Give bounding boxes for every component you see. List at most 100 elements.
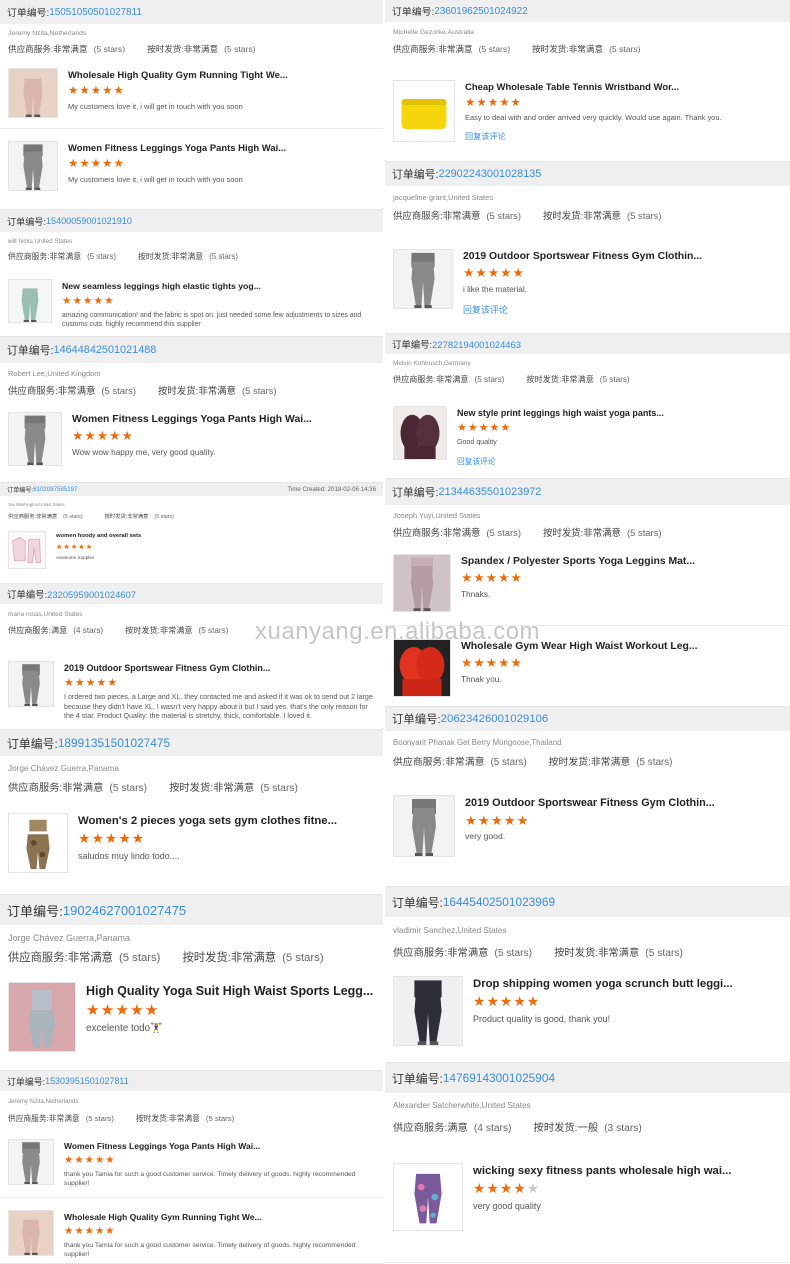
review-block: 订单编号: 15400059001021910 will hicks,United … (0, 210, 383, 337)
review-comment: Easy to deal with and order arrived very… (465, 113, 722, 123)
pink-suit-icon[interactable] (8, 982, 76, 1052)
order-number-link[interactable]: 18991351501027475 (58, 736, 170, 750)
left-review-column: 订单编号: 15051050501027811 Jeremy Nzita,Nethe… (0, 0, 383, 1264)
print-leggings-icon[interactable] (393, 1163, 463, 1231)
product-title-link[interactable]: New seamless leggings high elastic tight… (62, 281, 375, 291)
product-title-link[interactable]: women hoody and overall sets (56, 533, 375, 539)
delivery-rating: 按时发货:非常满意 (5 stars) (147, 43, 255, 55)
supplier-service-value: 非常满意 (62, 782, 104, 794)
hoodie-set-icon[interactable] (8, 531, 46, 569)
star-filled-icon: ★ (115, 1002, 131, 1019)
order-header: 订单编号: 15400059001021910 (0, 210, 383, 232)
review-comment: i like the material. (463, 284, 527, 294)
red-leggings-icon[interactable] (393, 639, 451, 697)
product-title-link[interactable]: Spandex / Polyester Sports Yoga Leggins … (461, 556, 782, 567)
reply-link[interactable]: 回复该评论 (465, 131, 506, 142)
order-number-link[interactable]: 22902243001028135 (439, 168, 542, 180)
star-filled-icon: ★ (490, 813, 504, 828)
product-title-link[interactable]: Women Fitness Leggings Yoga Pants High W… (64, 1141, 375, 1151)
review-comment: excelente todo🏋‍♀ (86, 1023, 163, 1035)
supplier-service-value: 非常满意 (35, 514, 58, 520)
order-header: 订单编号: 15303951501027811 (0, 1071, 383, 1091)
order-number-link[interactable]: 23205959001024607 (47, 589, 136, 600)
star-filled-icon: ★ (78, 543, 86, 551)
product-title-link[interactable]: High Quality Yoga Suit High Waist Sports… (86, 984, 375, 998)
mint-leggings-icon[interactable] (8, 279, 52, 323)
review-block: 订单编号: 14769143001025904 Alexander Satcherw… (385, 1063, 790, 1263)
order-number-link[interactable]: 15051050501027811 (49, 7, 142, 18)
yellow-wristband-icon[interactable] (393, 79, 455, 142)
order-number-link[interactable]: 15303951501027811 (45, 1076, 129, 1086)
buyer-name: jacqueline grant,United States (393, 193, 494, 202)
star-filled-icon: ★ (68, 85, 80, 97)
pink-leggings-icon[interactable] (8, 68, 58, 118)
star-rating: ★★★★★ (465, 814, 782, 827)
order-number-link[interactable]: 23601962501024922 (434, 6, 527, 17)
star-filled-icon: ★ (510, 96, 522, 109)
product-title-link[interactable]: Cheap Wholesale Table Tennis Wristband W… (465, 82, 782, 93)
review-content: wicking sexy fitness pants wholesale hig… (463, 1163, 782, 1257)
order-number-link[interactable]: 16445402501023969 (443, 895, 555, 909)
plum-leggings-icon[interactable] (393, 406, 447, 460)
star-filled-icon: ★ (94, 1155, 106, 1166)
product-title-link[interactable]: wicking sexy fitness pants wholesale hig… (473, 1165, 782, 1177)
product-title-link[interactable]: 2019 Outdoor Sportswear Fitness Gym Clot… (64, 663, 375, 673)
grey-leggings-icon[interactable] (393, 795, 455, 857)
order-number-label: 订单编号: (7, 589, 48, 600)
product-title-link[interactable]: 2019 Outdoor Sportswear Fitness Gym Clot… (465, 797, 782, 809)
product-title-link[interactable]: Wholesale Gym Wear High Waist Workout Le… (461, 641, 782, 652)
service-ratings: 供应商服务:非常满意 (5 stars) 按时发货:非常满意 (5 stars) (0, 778, 383, 794)
review-item: New seamless leggings high elastic tight… (0, 264, 383, 336)
product-title-link[interactable]: New style print leggings high waist yoga… (457, 408, 782, 418)
service-ratings: 供应商服务:非常满意 (5 stars) 按时发货:非常满意 (5 stars) (385, 206, 790, 224)
buyer-name: Alexander Satcherwhite,United States (393, 1101, 531, 1110)
service-ratings: 供应商服务:满意 (4 stars) 按时发货:一般 (3 stars) (385, 1115, 790, 1137)
service-ratings: 供应商服务:非常满意 (5 stars) 按时发货:非常满意 (5 stars) (0, 40, 383, 58)
order-number-link[interactable]: 21344635501023972 (439, 486, 542, 498)
star-filled-icon: ★ (510, 571, 523, 585)
product-title-link[interactable]: Women Fitness Leggings Yoga Pants High W… (72, 414, 375, 425)
review-content: Women's 2 pieces yoga sets gym clothes f… (68, 813, 375, 892)
product-title-link[interactable]: Women Fitness Leggings Yoga Pants High W… (68, 143, 375, 154)
product-title-link[interactable]: Drop shipping women yoga scrunch butt le… (473, 978, 782, 990)
product-title-link[interactable]: Women's 2 pieces yoga sets gym clothes f… (78, 815, 375, 827)
product-title-link[interactable]: 2019 Outdoor Sportswear Fitness Gym Clot… (463, 251, 782, 262)
delivery-label: 按时发货: (532, 44, 569, 54)
order-number-link[interactable]: 15400059001021910 (46, 216, 132, 226)
reply-link[interactable]: 回复该评论 (463, 303, 508, 316)
grey-leggings-icon[interactable] (8, 661, 54, 707)
review-content: women hoody and overall sets ★★★★★ Awesome… (46, 531, 375, 578)
reply-link[interactable]: 回复该评论 (457, 456, 496, 467)
supplier-service-stars: (4 stars) (73, 625, 104, 635)
supplier-service-stars: (5 stars) (118, 952, 161, 964)
review-item: 2019 Outdoor Sportswear Fitness Gym Clot… (0, 638, 383, 729)
star-rating: ★★★★★ (68, 85, 375, 98)
grey-leggings-icon[interactable] (8, 141, 58, 191)
service-ratings: 供应商服务:非常满意 (5 stars) 按时发货:非常满意 (5 stars) (385, 751, 790, 771)
service-ratings: 供应商服务:非常满意 (5 stars) 按时发货:非常满意 (5 stars) (385, 941, 790, 961)
mauve-leggings-icon[interactable] (393, 554, 451, 612)
black-leggings-icon[interactable] (393, 976, 463, 1046)
order-number-link[interactable]: 19024627001027475 (63, 903, 186, 918)
order-number-link[interactable]: 22782194001024463 (432, 339, 521, 350)
review-content: Wholesale Gym Wear High Waist Workout Le… (451, 639, 782, 706)
grey-leggings-icon[interactable] (8, 1139, 54, 1185)
supplier-service-value: 非常满意 (442, 527, 481, 538)
order-number-link[interactable]: 14769143001025904 (443, 1071, 555, 1085)
grey-leggings-icon[interactable] (393, 249, 453, 309)
star-filled-icon: ★ (486, 993, 500, 1009)
star-filled-icon: ★ (465, 813, 478, 828)
supplier-service-stars: (5 stars) (486, 210, 521, 221)
order-number-link[interactable]: 8102087585197 (33, 486, 77, 493)
camo-set-icon[interactable] (8, 813, 68, 873)
order-number-link[interactable]: 20623426001029106 (441, 713, 549, 725)
product-title-link[interactable]: Wholesale High Quality Gym Running Tight… (64, 1212, 375, 1222)
order-number-label: 订单编号: (7, 217, 46, 227)
order-header: 订单编号: 8102087585197 Time Created: 2018-02-… (0, 483, 383, 496)
grey-leggings-icon[interactable] (8, 412, 62, 466)
order-number-link[interactable]: 14644842501021488 (54, 344, 157, 356)
product-title-link[interactable]: Wholesale High Quality Gym Running Tight… (68, 70, 375, 81)
delivery-stars: (5 stars) (224, 44, 256, 54)
pink-leggings-icon[interactable] (8, 1210, 54, 1256)
supplier-service-rating: 供应商服务:非常满意 (5 stars) (8, 1113, 114, 1124)
